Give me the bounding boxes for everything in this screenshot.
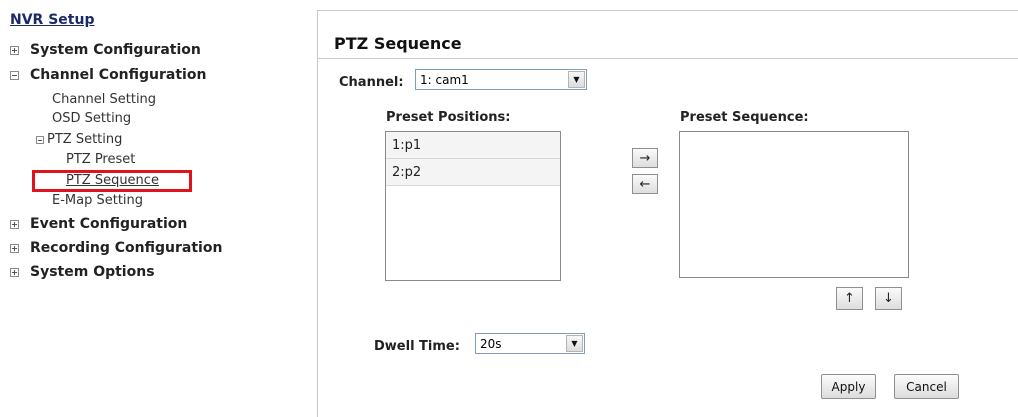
sidebar-item-label: System Options <box>30 264 155 280</box>
sidebar-item-system-options[interactable]: System Options <box>10 264 155 280</box>
sidebar-item-emap-setting[interactable]: E-Map Setting <box>52 193 143 208</box>
move-up-button[interactable]: ↑ <box>836 287 863 310</box>
list-item[interactable]: 2:p2 <box>386 159 560 186</box>
sidebar-item-label: Channel Configuration <box>30 67 207 83</box>
sidebar-item-recording-configuration[interactable]: Recording Configuration <box>10 240 222 256</box>
expand-icon[interactable] <box>10 243 19 253</box>
cancel-button[interactable]: Cancel <box>894 374 959 399</box>
expand-icon[interactable] <box>10 219 19 229</box>
preset-positions-list[interactable]: 1:p1 2:p2 <box>385 131 561 281</box>
sidebar-item-event-configuration[interactable]: Event Configuration <box>10 216 187 232</box>
channel-label: Channel: <box>339 75 404 90</box>
sidebar-item-channel-configuration[interactable]: Channel Configuration <box>10 67 206 83</box>
page-title: PTZ Sequence <box>334 34 462 53</box>
sidebar-item-label: Recording Configuration <box>30 240 223 256</box>
list-item[interactable]: 1:p1 <box>386 132 560 159</box>
nav-title-nvr-setup[interactable]: NVR Setup <box>10 12 94 28</box>
move-down-button[interactable]: ↓ <box>875 287 902 310</box>
preset-positions-label: Preset Positions: <box>386 110 511 125</box>
right-arrow-icon: → <box>639 150 651 166</box>
dwell-time-label: Dwell Time: <box>374 339 460 354</box>
expand-icon[interactable] <box>10 45 19 55</box>
expand-icon[interactable] <box>10 267 19 277</box>
channel-select[interactable]: 1: cam1 ▼ <box>415 69 587 90</box>
preset-sequence-list[interactable] <box>679 131 909 278</box>
preset-sequence-label: Preset Sequence: <box>680 110 809 125</box>
up-arrow-icon: ↑ <box>844 291 855 306</box>
collapse-icon[interactable] <box>36 135 44 144</box>
dwell-time-select-value: 20s <box>480 336 502 351</box>
sidebar-item-system-configuration[interactable]: System Configuration <box>10 42 201 58</box>
remove-from-sequence-button[interactable]: ← <box>632 174 658 194</box>
apply-button[interactable]: Apply <box>821 374 876 399</box>
sidebar-nav: NVR Setup System Configuration Channel C… <box>0 0 318 417</box>
chevron-down-icon[interactable]: ▼ <box>566 335 583 352</box>
nvr-setup-page: NVR Setup System Configuration Channel C… <box>0 0 1018 417</box>
sidebar-item-ptz-setting[interactable]: PTZ Setting <box>36 132 122 147</box>
sidebar-item-label: PTZ Setting <box>47 132 123 147</box>
panel-header: PTZ Sequence <box>318 19 1018 59</box>
sidebar-item-channel-setting[interactable]: Channel Setting <box>52 92 156 107</box>
sidebar-item-label: System Configuration <box>30 42 201 58</box>
left-arrow-icon: ← <box>639 176 651 192</box>
down-arrow-icon: ↓ <box>883 291 894 306</box>
highlight-box <box>32 170 192 192</box>
collapse-icon[interactable] <box>10 70 19 80</box>
channel-select-value: 1: cam1 <box>420 72 469 87</box>
dwell-time-select[interactable]: 20s ▼ <box>475 333 585 354</box>
chevron-down-icon[interactable]: ▼ <box>568 71 585 88</box>
main-panel: PTZ Sequence Channel: 1: cam1 ▼ Preset P… <box>317 10 1018 417</box>
add-to-sequence-button[interactable]: → <box>632 148 658 168</box>
sidebar-item-osd-setting[interactable]: OSD Setting <box>52 111 131 126</box>
sidebar-item-ptz-preset[interactable]: PTZ Preset <box>66 152 135 167</box>
sidebar-item-label: Event Configuration <box>30 216 188 232</box>
